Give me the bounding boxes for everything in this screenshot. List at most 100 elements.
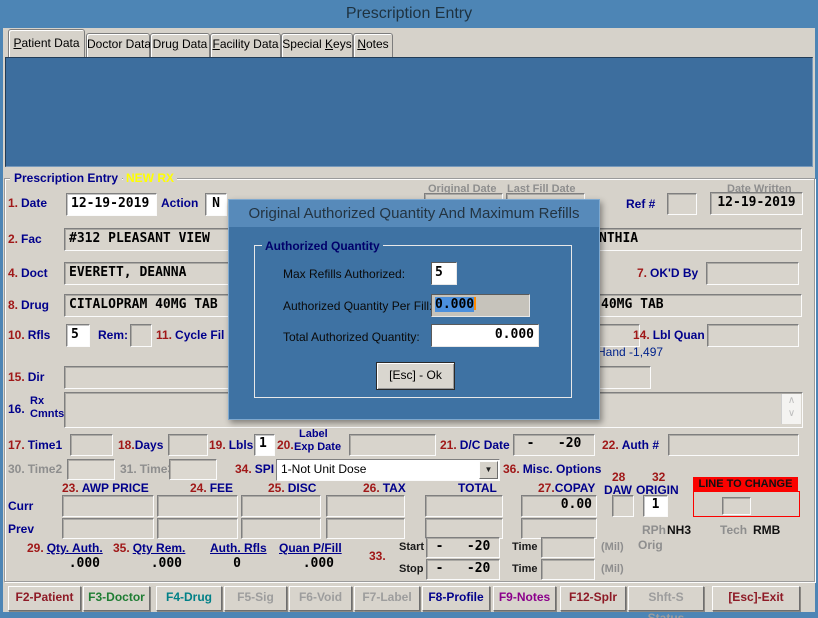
ref-label: Ref # (626, 197, 655, 211)
comments-scrollbar[interactable]: ∧ ∨ (781, 394, 801, 424)
total-authorized-field[interactable]: 0.000 (431, 324, 539, 347)
f8-profile-button[interactable]: F8-Profile (422, 586, 490, 611)
scroll-down-icon[interactable]: ∨ (782, 407, 801, 420)
tab-notes[interactable]: Notes (353, 33, 393, 57)
tab-special-keys[interactable]: Special Keys (281, 33, 353, 57)
tab-drug-data[interactable]: Drug Data (150, 33, 210, 57)
qty-rem-value: .000 (132, 556, 182, 571)
label-quantity-field[interactable] (707, 324, 799, 347)
prev-copay-field[interactable] (521, 518, 597, 539)
prev-fee-field[interactable] (157, 518, 238, 539)
curr-awp-field[interactable] (62, 495, 154, 517)
shft-s-status-button[interactable]: Shft-S Status (628, 586, 704, 611)
start-label: Start (399, 541, 424, 553)
tab-doctor-data[interactable]: Doctor Data (86, 33, 150, 57)
group-title: Prescription Entry (10, 171, 122, 185)
selected-text: 0.000 (435, 297, 474, 312)
daw-num: 28 (612, 470, 628, 484)
label-quantity-label: 14.Lbl Quan (633, 328, 705, 342)
qty-auth-label: 29.Qty. Auth. (27, 541, 103, 555)
time3-field[interactable] (169, 459, 217, 480)
refills-label: 10.Rfls (8, 328, 50, 342)
f6-void-button[interactable]: F6-Void (289, 586, 352, 611)
okd-by-field[interactable] (706, 262, 799, 285)
ref-field[interactable] (667, 193, 697, 215)
dialog-title: Original Authorized Quantity And Maximum… (229, 200, 599, 227)
authorized-quantity-dialog: Original Authorized Quantity And Maximum… (228, 199, 600, 420)
f5-sig-button[interactable]: F5-Sig (224, 586, 287, 611)
time2-label: 30.Time2 (8, 462, 62, 476)
rem-field[interactable] (130, 324, 152, 347)
curr-copay-field[interactable]: 0.00 (521, 495, 597, 517)
authorized-quantity-group-label: Authorized Quantity (262, 239, 383, 253)
days-field[interactable] (168, 434, 208, 456)
exp-date-field[interactable] (349, 434, 436, 456)
f3-doctor-button[interactable]: F3-Doctor (83, 586, 150, 611)
esc-ok-button[interactable]: [Esc] - Ok (376, 362, 455, 390)
exp-date-num: 20. (277, 438, 294, 452)
stop-time-field[interactable] (541, 559, 595, 580)
chevron-down-icon[interactable]: ▼ (479, 461, 498, 479)
orig-label: Orig (638, 538, 663, 552)
tab-facility-data[interactable]: Facility Data (210, 33, 281, 57)
f2-patient-button[interactable]: F2-Patient (8, 586, 81, 611)
start-time-field[interactable] (541, 537, 595, 558)
stop-date-field[interactable]: - -20 (426, 559, 500, 580)
action-field[interactable]: N (205, 193, 227, 216)
esc-exit-button[interactable]: [Esc]-Exit (712, 586, 800, 611)
spi-dropdown[interactable]: 1-Not Unit Dose ▼ (276, 459, 500, 481)
prev-disc-field[interactable] (241, 518, 321, 539)
f9-notes-button[interactable]: F9-Notes (493, 586, 556, 611)
text-caret (474, 297, 476, 310)
line-to-change-field[interactable] (722, 497, 751, 515)
auth-number-field[interactable] (668, 434, 799, 456)
origin-field[interactable]: 1 (643, 495, 668, 517)
start-mil-label: (Mil) (601, 541, 624, 553)
date-label: 1.Date (8, 196, 47, 210)
refills-field[interactable]: 5 (66, 324, 90, 347)
daw-field[interactable] (612, 495, 634, 517)
start-date-field[interactable]: - -20 (426, 537, 500, 558)
tech-label: Tech (720, 523, 747, 537)
f12-splr-button[interactable]: F12-Splr (560, 586, 626, 611)
per-fill-label: Authorized Quantity Per Fill: (283, 299, 432, 313)
scroll-up-icon[interactable]: ∧ (782, 394, 801, 407)
dc-date-label: 21.D/C Date (440, 438, 510, 452)
stop-label: Stop (399, 563, 423, 575)
fee-header: 24.FEE (190, 481, 233, 495)
origin-num: 32 (652, 470, 668, 484)
time1-field[interactable] (70, 434, 113, 456)
rph-value: NH3 (667, 523, 691, 537)
dc-date-field[interactable]: - -20 (513, 434, 595, 456)
prev-tax-field[interactable] (326, 518, 405, 539)
title-bar: Prescription Entry (0, 0, 818, 28)
action-label: Action (161, 196, 198, 210)
time2-field[interactable] (67, 459, 115, 480)
copay-header: 27.COPAY (538, 481, 595, 495)
line-to-change-header: LINE TO CHANGE (693, 477, 798, 491)
rx-comments-label2: Cmnts (30, 408, 64, 420)
qty-rem-label: 35.Qty Rem. (113, 541, 185, 555)
date-written-field[interactable]: 12-19-2019 (710, 192, 803, 215)
per-fill-field[interactable]: 0.000 (431, 294, 530, 317)
rph-label: RPh (642, 523, 666, 537)
labels-field[interactable]: 1 (254, 434, 275, 456)
f7-label-button[interactable]: F7-Label (354, 586, 420, 611)
curr-fee-field[interactable] (157, 495, 238, 517)
stop-mil-label: (Mil) (601, 563, 624, 575)
curr-total-field[interactable] (425, 495, 503, 517)
prev-total-field[interactable] (425, 518, 503, 539)
tab-patient-data[interactable]: Patient Data (8, 29, 85, 57)
prev-label: Prev (8, 522, 34, 536)
total-authorized-label: Total Authorized Quantity: (283, 330, 420, 344)
doctor-label: 4.Doct (8, 266, 48, 280)
curr-tax-field[interactable] (326, 495, 405, 517)
date-field[interactable]: 12-19-2019 (66, 193, 157, 216)
facility-label: 2.Fac (8, 232, 42, 246)
awp-price-header: 23.AWP PRICE (62, 481, 149, 495)
prev-awp-field[interactable] (62, 518, 154, 539)
curr-disc-field[interactable] (241, 495, 321, 517)
rx-comments-label1: Rx (30, 395, 44, 407)
max-refills-field[interactable]: 5 (431, 262, 457, 285)
f4-drug-button[interactable]: F4-Drug (156, 586, 222, 611)
